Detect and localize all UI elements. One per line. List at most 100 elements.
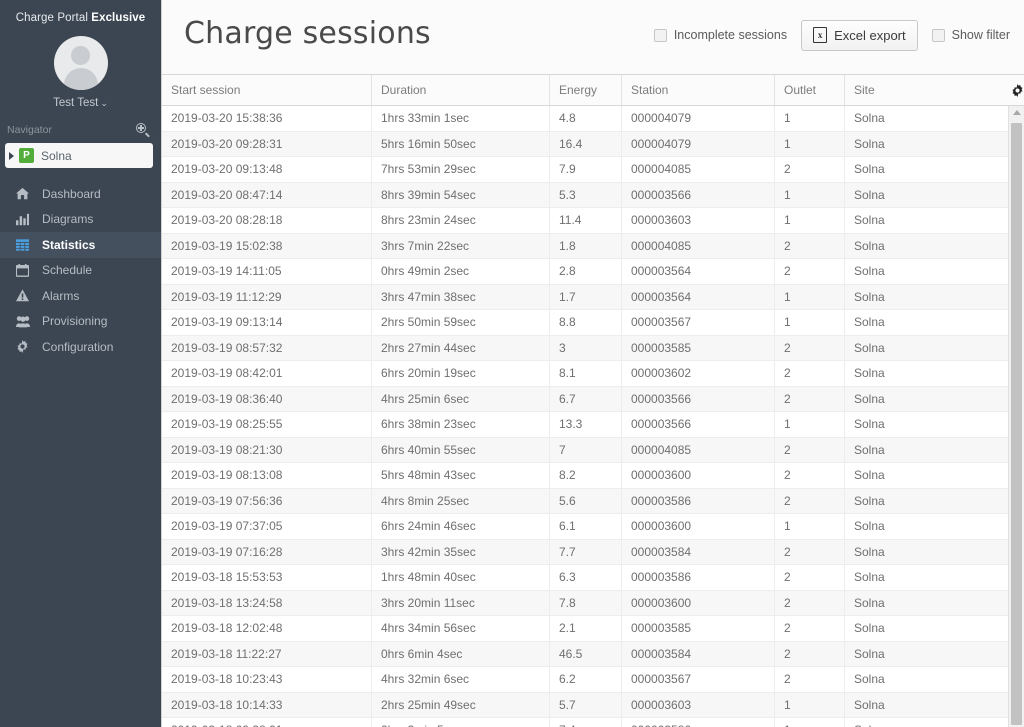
cell-site: Solna [854, 519, 885, 534]
table-row[interactable]: 2019-03-18 12:02:48 4hrs 34min 56sec 2.1 00… [162, 616, 1024, 642]
table-row[interactable]: 2019-03-19 08:36:40 4hrs 25min 6sec 6.7 000… [162, 386, 1024, 412]
cell-energy: 8.8 [550, 310, 622, 335]
cell-start-session: 2019-03-18 09:38:21 [162, 718, 372, 727]
table-row[interactable]: 2019-03-18 11:22:27 0hrs 6min 4sec 46.5 000… [162, 641, 1024, 667]
checkbox-box[interactable] [931, 28, 945, 42]
table-vertical-scrollbar[interactable] [1008, 106, 1024, 727]
cell-site: Solna [854, 213, 885, 228]
table-row[interactable]: 2019-03-20 15:38:36 1hrs 33min 1sec 4.8 000… [162, 106, 1024, 132]
cell-outlet: 2 [775, 539, 845, 564]
table-body: 2019-03-20 15:38:36 1hrs 33min 1sec 4.8 000… [162, 106, 1024, 727]
sidebar-item-schedule[interactable]: Schedule [0, 258, 161, 284]
cell-energy: 8.1 [550, 361, 622, 386]
sidebar-item-statistics[interactable]: Statistics [0, 232, 161, 258]
column-header-site[interactable]: Site [845, 75, 1001, 105]
cell-outlet: 1 [775, 514, 845, 539]
triangle-up-icon[interactable] [1012, 110, 1021, 115]
tree-item-solna[interactable]: P Solna [5, 143, 153, 168]
table-row[interactable]: 2019-03-19 07:56:36 4hrs 8min 25sec 5.6 000… [162, 488, 1024, 514]
table-row[interactable]: 2019-03-20 09:28:31 5hrs 16min 50sec 16.4 0… [162, 131, 1024, 157]
table-row[interactable]: 2019-03-19 08:25:55 6hrs 38min 23sec 13.3 0… [162, 412, 1024, 438]
table-row[interactable]: 2019-03-18 10:23:43 4hrs 32min 6sec 6.2 000… [162, 667, 1024, 693]
cell-outlet: 2 [775, 667, 845, 692]
sidebar-item-label: Schedule [42, 263, 93, 278]
sidebar-item-configuration[interactable]: Configuration [0, 334, 161, 360]
table-row[interactable]: 2019-03-19 07:16:28 3hrs 42min 35sec 7.7 00… [162, 539, 1024, 565]
column-header-duration[interactable]: Duration [372, 75, 550, 105]
table-row[interactable]: 2019-03-19 14:11:05 0hrs 49min 2sec 2.8 000… [162, 259, 1024, 285]
table-settings-button[interactable] [1001, 75, 1024, 105]
column-header-station[interactable]: Station [622, 75, 775, 105]
sidebar-item-provisioning[interactable]: Provisioning [0, 309, 161, 335]
cell-energy: 6.2 [550, 667, 622, 692]
search-plus-icon[interactable] [135, 122, 151, 138]
cell-station: 000003564 [622, 259, 775, 284]
checkbox-box[interactable] [653, 28, 667, 42]
cell-start-session: 2019-03-20 08:28:18 [162, 208, 372, 233]
table-row[interactable]: 2019-03-20 09:13:48 7hrs 53min 29sec 7.9 00… [162, 157, 1024, 183]
cell-outlet: 2 [775, 386, 845, 411]
username-dropdown[interactable]: Test Test ⌄ [0, 90, 161, 109]
cell-duration: 3hrs 42min 35sec [372, 539, 550, 564]
table-row[interactable]: 2019-03-19 08:13:08 5hrs 48min 43sec 8.2 00… [162, 463, 1024, 489]
cell-outlet: 2 [775, 259, 845, 284]
excel-export-button[interactable]: x Excel export [801, 19, 918, 51]
sidebar-item-dashboard[interactable]: Dashboard [0, 181, 161, 207]
cell-outlet: 2 [775, 616, 845, 641]
main-content: Charge sessions Incomplete sessions x Ex… [161, 0, 1024, 727]
cell-station: 000003566 [622, 412, 775, 437]
cell-station: 000003585 [622, 616, 775, 641]
table-row[interactable]: 2019-03-18 13:24:58 3hrs 20min 11sec 7.8 00… [162, 590, 1024, 616]
avatar-body [63, 68, 98, 90]
cell-site: Solna [854, 238, 885, 253]
cell-energy: 3 [550, 335, 622, 360]
cell-start-session: 2019-03-20 09:28:31 [162, 131, 372, 156]
cell-duration: 7hrs 53min 29sec [372, 157, 550, 182]
page-toolbar: Charge sessions Incomplete sessions x Ex… [162, 0, 1024, 74]
cell-start-session: 2019-03-19 08:42:01 [162, 361, 372, 386]
cell-duration: 3hrs 7min 22sec [372, 233, 550, 258]
table-row[interactable]: 2019-03-18 10:14:33 2hrs 25min 49sec 5.7 00… [162, 692, 1024, 718]
incomplete-sessions-checkbox[interactable]: Incomplete sessions [653, 28, 787, 42]
cell-station: 000003584 [622, 641, 775, 666]
table-row[interactable]: 2019-03-19 11:12:29 3hrs 47min 38sec 1.7 00… [162, 284, 1024, 310]
cell-energy: 6.7 [550, 386, 622, 411]
cell-start-session: 2019-03-18 15:53:53 [162, 565, 372, 590]
sidebar-item-label: Statistics [42, 237, 96, 252]
cell-outlet: 2 [775, 335, 845, 360]
gear-icon [14, 340, 31, 354]
cell-site: Solna [854, 264, 885, 279]
table-row[interactable]: 2019-03-20 08:28:18 8hrs 23min 24sec 11.4 0… [162, 208, 1024, 234]
column-header-outlet[interactable]: Outlet [775, 75, 845, 105]
table-row[interactable]: 2019-03-19 08:21:30 6hrs 40min 55sec 7 0000… [162, 437, 1024, 463]
table-row[interactable]: 2019-03-19 08:42:01 6hrs 20min 19sec 8.1 00… [162, 361, 1024, 387]
scrollbar-thumb[interactable] [1011, 123, 1022, 725]
calendar-icon [14, 263, 31, 277]
table-row[interactable]: 2019-03-18 15:53:53 1hrs 48min 40sec 6.3 00… [162, 565, 1024, 591]
sidebar-item-diagrams[interactable]: Diagrams [0, 207, 161, 233]
cell-station: 000003586 [622, 488, 775, 513]
user-block[interactable]: Test Test ⌄ [0, 34, 161, 109]
cell-start-session: 2019-03-20 08:47:14 [162, 182, 372, 207]
cell-site: Solna [854, 595, 885, 610]
cell-station: 000004079 [622, 106, 775, 131]
cell-outlet: 1 [775, 692, 845, 717]
cell-duration: 5hrs 48min 43sec [372, 463, 550, 488]
show-filter-checkbox[interactable]: Show filter [931, 28, 1010, 42]
table-row[interactable]: 2019-03-19 08:57:32 2hrs 27min 44sec 3 0000… [162, 335, 1024, 361]
table-row[interactable]: 2019-03-18 09:38:212hrs 3min 5sec7.40000… [162, 718, 1024, 727]
cell-energy: 16.4 [550, 131, 622, 156]
chevron-right-icon[interactable] [9, 151, 14, 160]
table-row[interactable]: 2019-03-19 09:13:14 2hrs 50min 59sec 8.8 00… [162, 310, 1024, 336]
cell-outlet: 1 [775, 106, 845, 131]
table-row[interactable]: 2019-03-19 15:02:38 3hrs 7min 22sec 1.8 000… [162, 233, 1024, 259]
table-row[interactable]: 2019-03-19 07:37:05 6hrs 24min 46sec 6.1 00… [162, 514, 1024, 540]
cell-start-session: 2019-03-19 07:37:05 [162, 514, 372, 539]
table-row[interactable]: 2019-03-20 08:47:14 8hrs 39min 54sec 5.3 00… [162, 182, 1024, 208]
column-header-energy[interactable]: Energy [550, 75, 622, 105]
table-header-row: Start session Duration Energy Station Ou… [162, 75, 1024, 106]
column-header-start-session[interactable]: Start session [162, 75, 372, 105]
sidebar-item-alarms[interactable]: Alarms [0, 283, 161, 309]
cell-station: 000003584 [622, 539, 775, 564]
cell-start-session: 2019-03-18 11:22:27 [162, 641, 372, 666]
